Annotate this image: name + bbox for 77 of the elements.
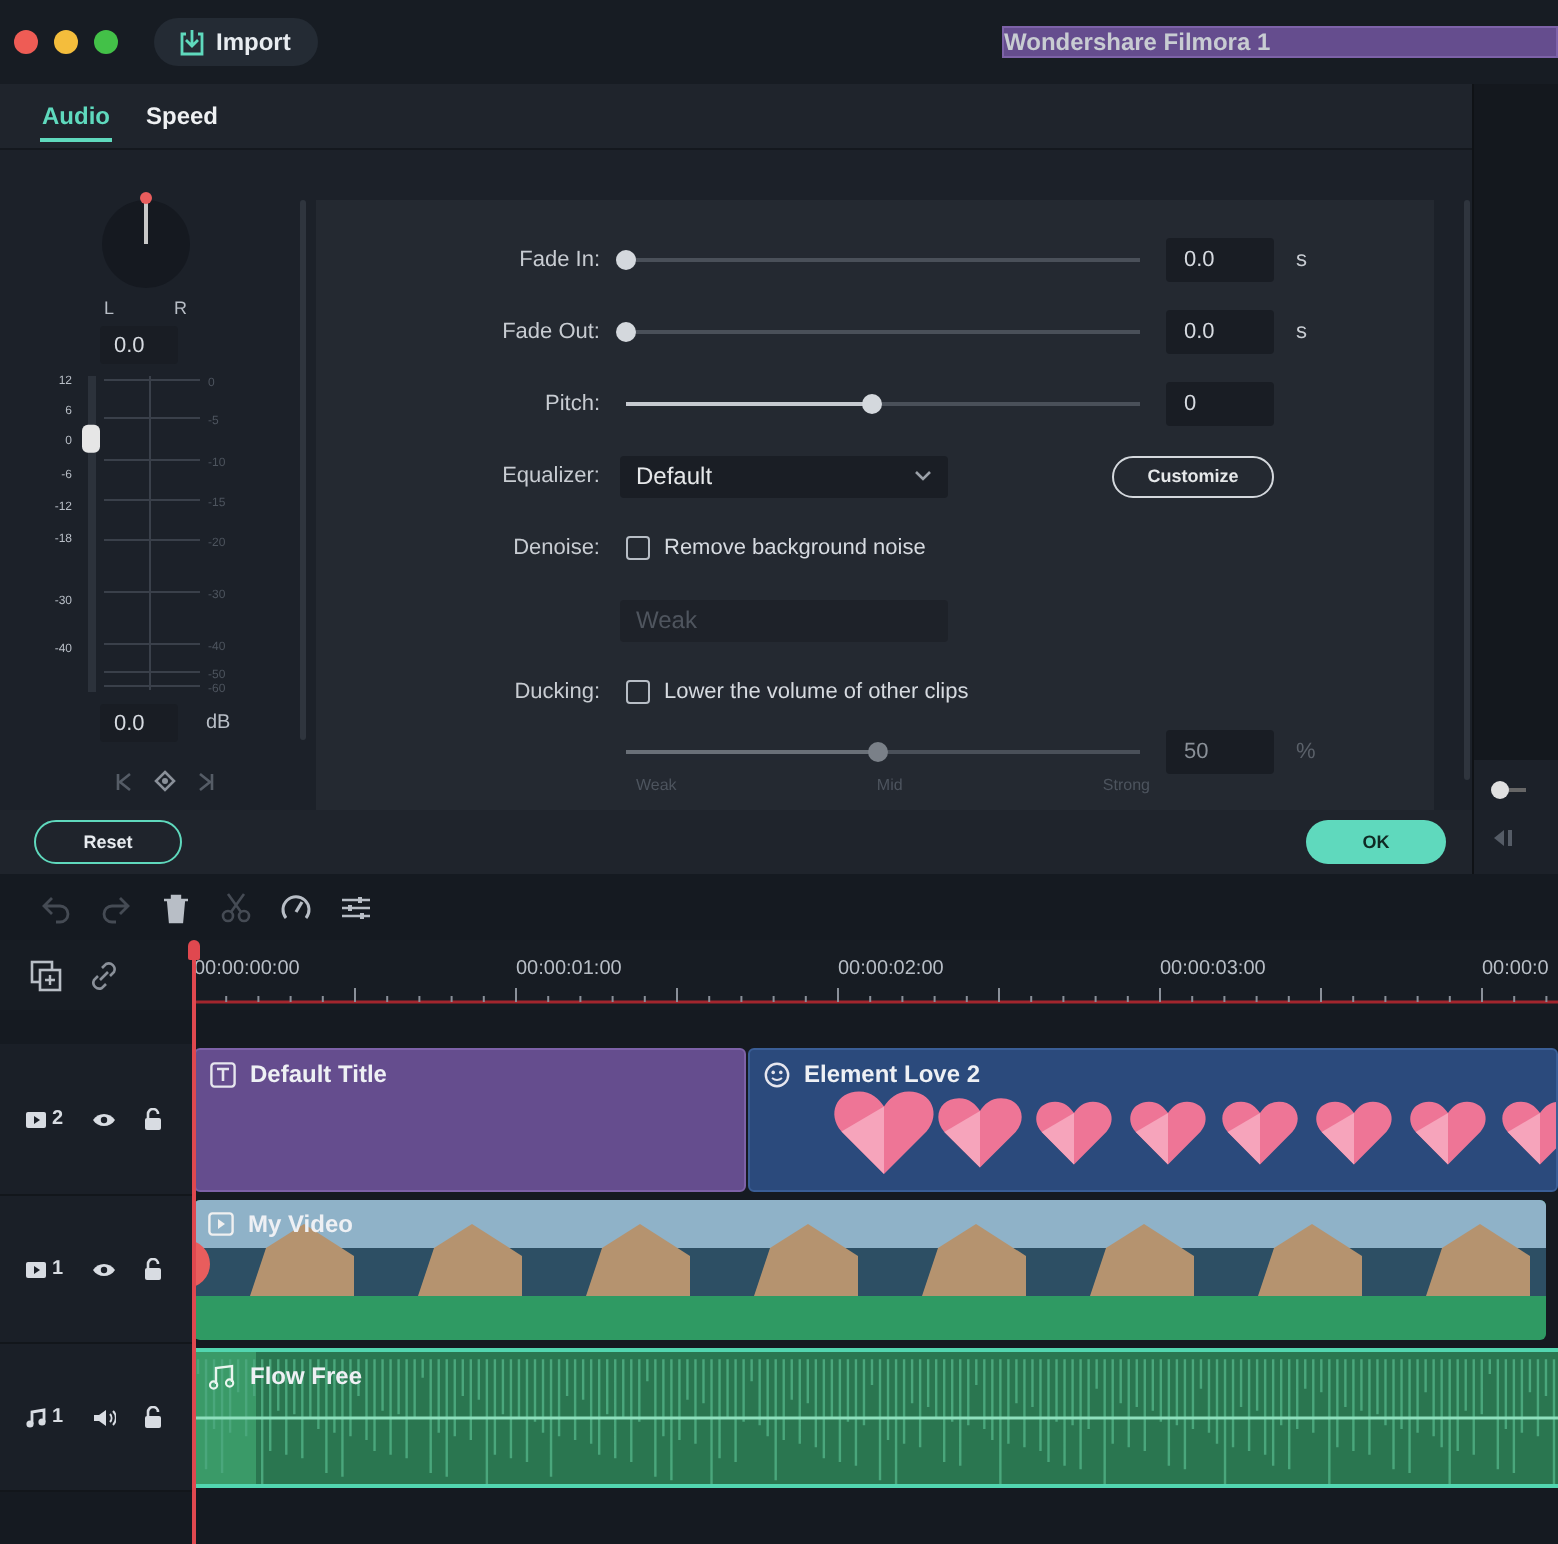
checkbox[interactable] — [626, 680, 650, 704]
import-button[interactable]: Import — [154, 18, 319, 66]
volume-fader-thumb[interactable] — [82, 424, 100, 453]
value-field[interactable]: 0.0 — [1166, 238, 1274, 282]
timecode-label: 00:00:03:00 — [1160, 958, 1268, 980]
pan-value-field[interactable]: 0.0 — [100, 326, 178, 364]
volume-value-field[interactable]: 0.0 — [100, 704, 178, 742]
clip-title: Element Love 2 — [804, 1060, 981, 1088]
text-icon — [210, 1061, 236, 1087]
unlocked-lock-icon[interactable] — [143, 1258, 162, 1280]
track-number: 1 — [52, 1406, 64, 1428]
video-track-icon — [26, 1261, 46, 1277]
slider-thumb[interactable] — [616, 322, 636, 342]
previous-keyframe-icon[interactable] — [114, 771, 134, 791]
minimize-button[interactable] — [54, 30, 78, 54]
link-icon[interactable] — [88, 959, 120, 991]
unit-label: s — [1296, 320, 1307, 344]
unit-label: s — [1296, 248, 1307, 272]
pan-label: L — [104, 298, 115, 318]
field-label: Pitch: — [542, 392, 600, 416]
checkbox-label: Lower the volume of other clips — [664, 680, 969, 704]
unit-label: % — [1296, 740, 1316, 764]
video-track-icon — [26, 1111, 46, 1127]
close-button[interactable] — [14, 30, 38, 54]
smiley-icon — [764, 1061, 790, 1087]
track-number: 1 — [52, 1258, 64, 1280]
ok-button[interactable]: OK — [1306, 820, 1447, 864]
sliders-icon[interactable] — [340, 891, 372, 923]
title-clip[interactable]: Default Title — [194, 1048, 746, 1192]
field-label: Ducking: — [512, 680, 600, 704]
import-icon — [178, 28, 206, 56]
speedometer-icon[interactable] — [280, 891, 312, 923]
unit-label: dB — [206, 712, 231, 734]
unlocked-lock-icon[interactable] — [143, 1406, 162, 1428]
pan-knob[interactable] — [96, 190, 196, 290]
add-track-icon[interactable] — [30, 959, 62, 991]
checkbox[interactable] — [626, 536, 650, 560]
field-label: Equalizer: — [500, 464, 600, 488]
add-keyframe-icon[interactable] — [154, 770, 176, 792]
track-number: 2 — [52, 1108, 64, 1130]
reset-button[interactable]: Reset — [34, 820, 182, 864]
tab[interactable]: Speed — [144, 90, 221, 142]
audio-clip[interactable]: Flow Free — [194, 1348, 1558, 1488]
field-label: Denoise: — [511, 536, 600, 560]
next-keyframe-icon[interactable] — [196, 771, 216, 791]
music-note-icon — [26, 1407, 46, 1427]
clip-title: Default Title — [250, 1060, 387, 1088]
value-field[interactable]: 0.0 — [1166, 310, 1274, 354]
slider-thumb-icon[interactable] — [1490, 780, 1527, 800]
customize-button[interactable]: Customize — [1112, 455, 1274, 497]
clip-title: Flow Free — [250, 1362, 363, 1390]
timecode-label: 00:00:00:00 — [194, 958, 302, 980]
caret-icon — [914, 470, 932, 482]
field-label: Fade Out: — [500, 320, 600, 344]
field-label: Fade In: — [517, 248, 600, 272]
element-clip[interactable]: Element Love 2 — [748, 1048, 1558, 1192]
timecode-label: 00:00:0 — [1482, 958, 1549, 980]
step-back-icon[interactable] — [1490, 828, 1515, 848]
pan-label: R — [174, 298, 188, 318]
clip-title: My Video — [248, 1210, 353, 1238]
value-field[interactable]: 0 — [1166, 382, 1274, 426]
checkbox-label: Remove background noise — [664, 536, 926, 560]
window-title: Wondershare Filmora 1 — [1002, 26, 1558, 58]
timecode-label: 00:00:01:00 — [516, 958, 624, 980]
trash-icon[interactable] — [160, 891, 192, 923]
timecode-label: 00:00:02:00 — [838, 958, 946, 980]
slider-thumb[interactable] — [616, 250, 636, 270]
music-icon — [208, 1363, 236, 1389]
tab[interactable]: Audio — [40, 90, 112, 142]
unlocked-lock-icon[interactable] — [143, 1108, 162, 1130]
play-icon — [208, 1212, 234, 1236]
maximize-button[interactable] — [94, 30, 118, 54]
eye-icon[interactable] — [91, 1261, 116, 1277]
slider-thumb[interactable] — [862, 394, 883, 414]
speaker-icon[interactable] — [91, 1407, 116, 1427]
dropdown[interactable]: Default — [620, 455, 948, 497]
eye-icon[interactable] — [91, 1111, 116, 1127]
